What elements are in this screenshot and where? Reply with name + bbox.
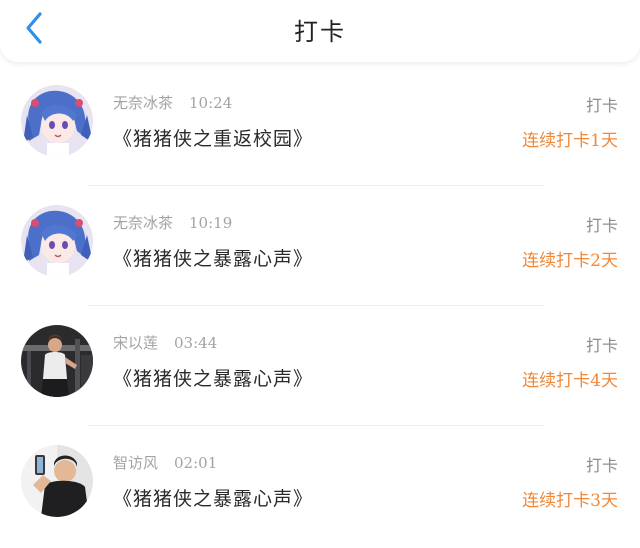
username: 宋以莲 — [113, 334, 159, 352]
entry-meta: 无奈冰茶 10:24 — [113, 92, 232, 113]
entry-meta: 无奈冰茶 10:19 — [113, 212, 232, 233]
entry-meta: 宋以莲 03:44 — [113, 332, 217, 353]
page-title: 打卡 — [294, 18, 346, 46]
streak-text: 连续打卡2天 — [522, 251, 618, 271]
top-app-bar: 打卡 — [0, 0, 640, 62]
avatar[interactable] — [21, 205, 93, 277]
avatar[interactable] — [21, 325, 93, 397]
checkin-button[interactable]: 打卡 — [586, 212, 618, 236]
username: 无奈冰茶 — [113, 94, 174, 112]
entry-meta: 智访风 02:01 — [113, 452, 217, 473]
avatar[interactable] — [21, 445, 93, 517]
divider — [88, 425, 544, 426]
list-item[interactable]: 宋以莲 03:44 《猪猪侠之暴露心声》 打卡 连续打卡4天 — [0, 308, 640, 428]
book-title: 《猪猪侠之暴露心声》 — [113, 248, 314, 270]
book-title: 《猪猪侠之暴露心声》 — [113, 368, 314, 390]
book-title: 《猪猪侠之重返校园》 — [113, 128, 314, 150]
list-item[interactable]: 无奈冰茶 10:24 《猪猪侠之重返校园》 打卡 连续打卡1天 — [0, 68, 640, 188]
username: 无奈冰茶 — [113, 214, 174, 232]
checkin-button[interactable]: 打卡 — [586, 92, 618, 116]
streak-text: 连续打卡3天 — [522, 491, 618, 511]
timestamp: 03:44 — [174, 334, 218, 352]
divider — [88, 305, 544, 306]
streak-text: 连续打卡1天 — [522, 131, 618, 151]
list-item[interactable]: 智访风 02:01 《猪猪侠之暴露心声》 打卡 连续打卡3天 — [0, 428, 640, 548]
checkin-button[interactable]: 打卡 — [586, 452, 618, 476]
checkin-button[interactable]: 打卡 — [586, 332, 618, 356]
book-title: 《猪猪侠之暴露心声》 — [113, 488, 314, 510]
checkin-list: 无奈冰茶 10:24 《猪猪侠之重返校园》 打卡 连续打卡1天 无奈冰茶 10:… — [0, 68, 640, 548]
streak-text: 连续打卡4天 — [522, 371, 618, 391]
avatar[interactable] — [21, 85, 93, 157]
timestamp: 02:01 — [174, 454, 218, 472]
username: 智访风 — [113, 454, 159, 472]
timestamp: 10:19 — [189, 214, 233, 232]
list-item[interactable]: 无奈冰茶 10:19 《猪猪侠之暴露心声》 打卡 连续打卡2天 — [0, 188, 640, 308]
divider — [88, 185, 544, 186]
timestamp: 10:24 — [189, 94, 233, 112]
